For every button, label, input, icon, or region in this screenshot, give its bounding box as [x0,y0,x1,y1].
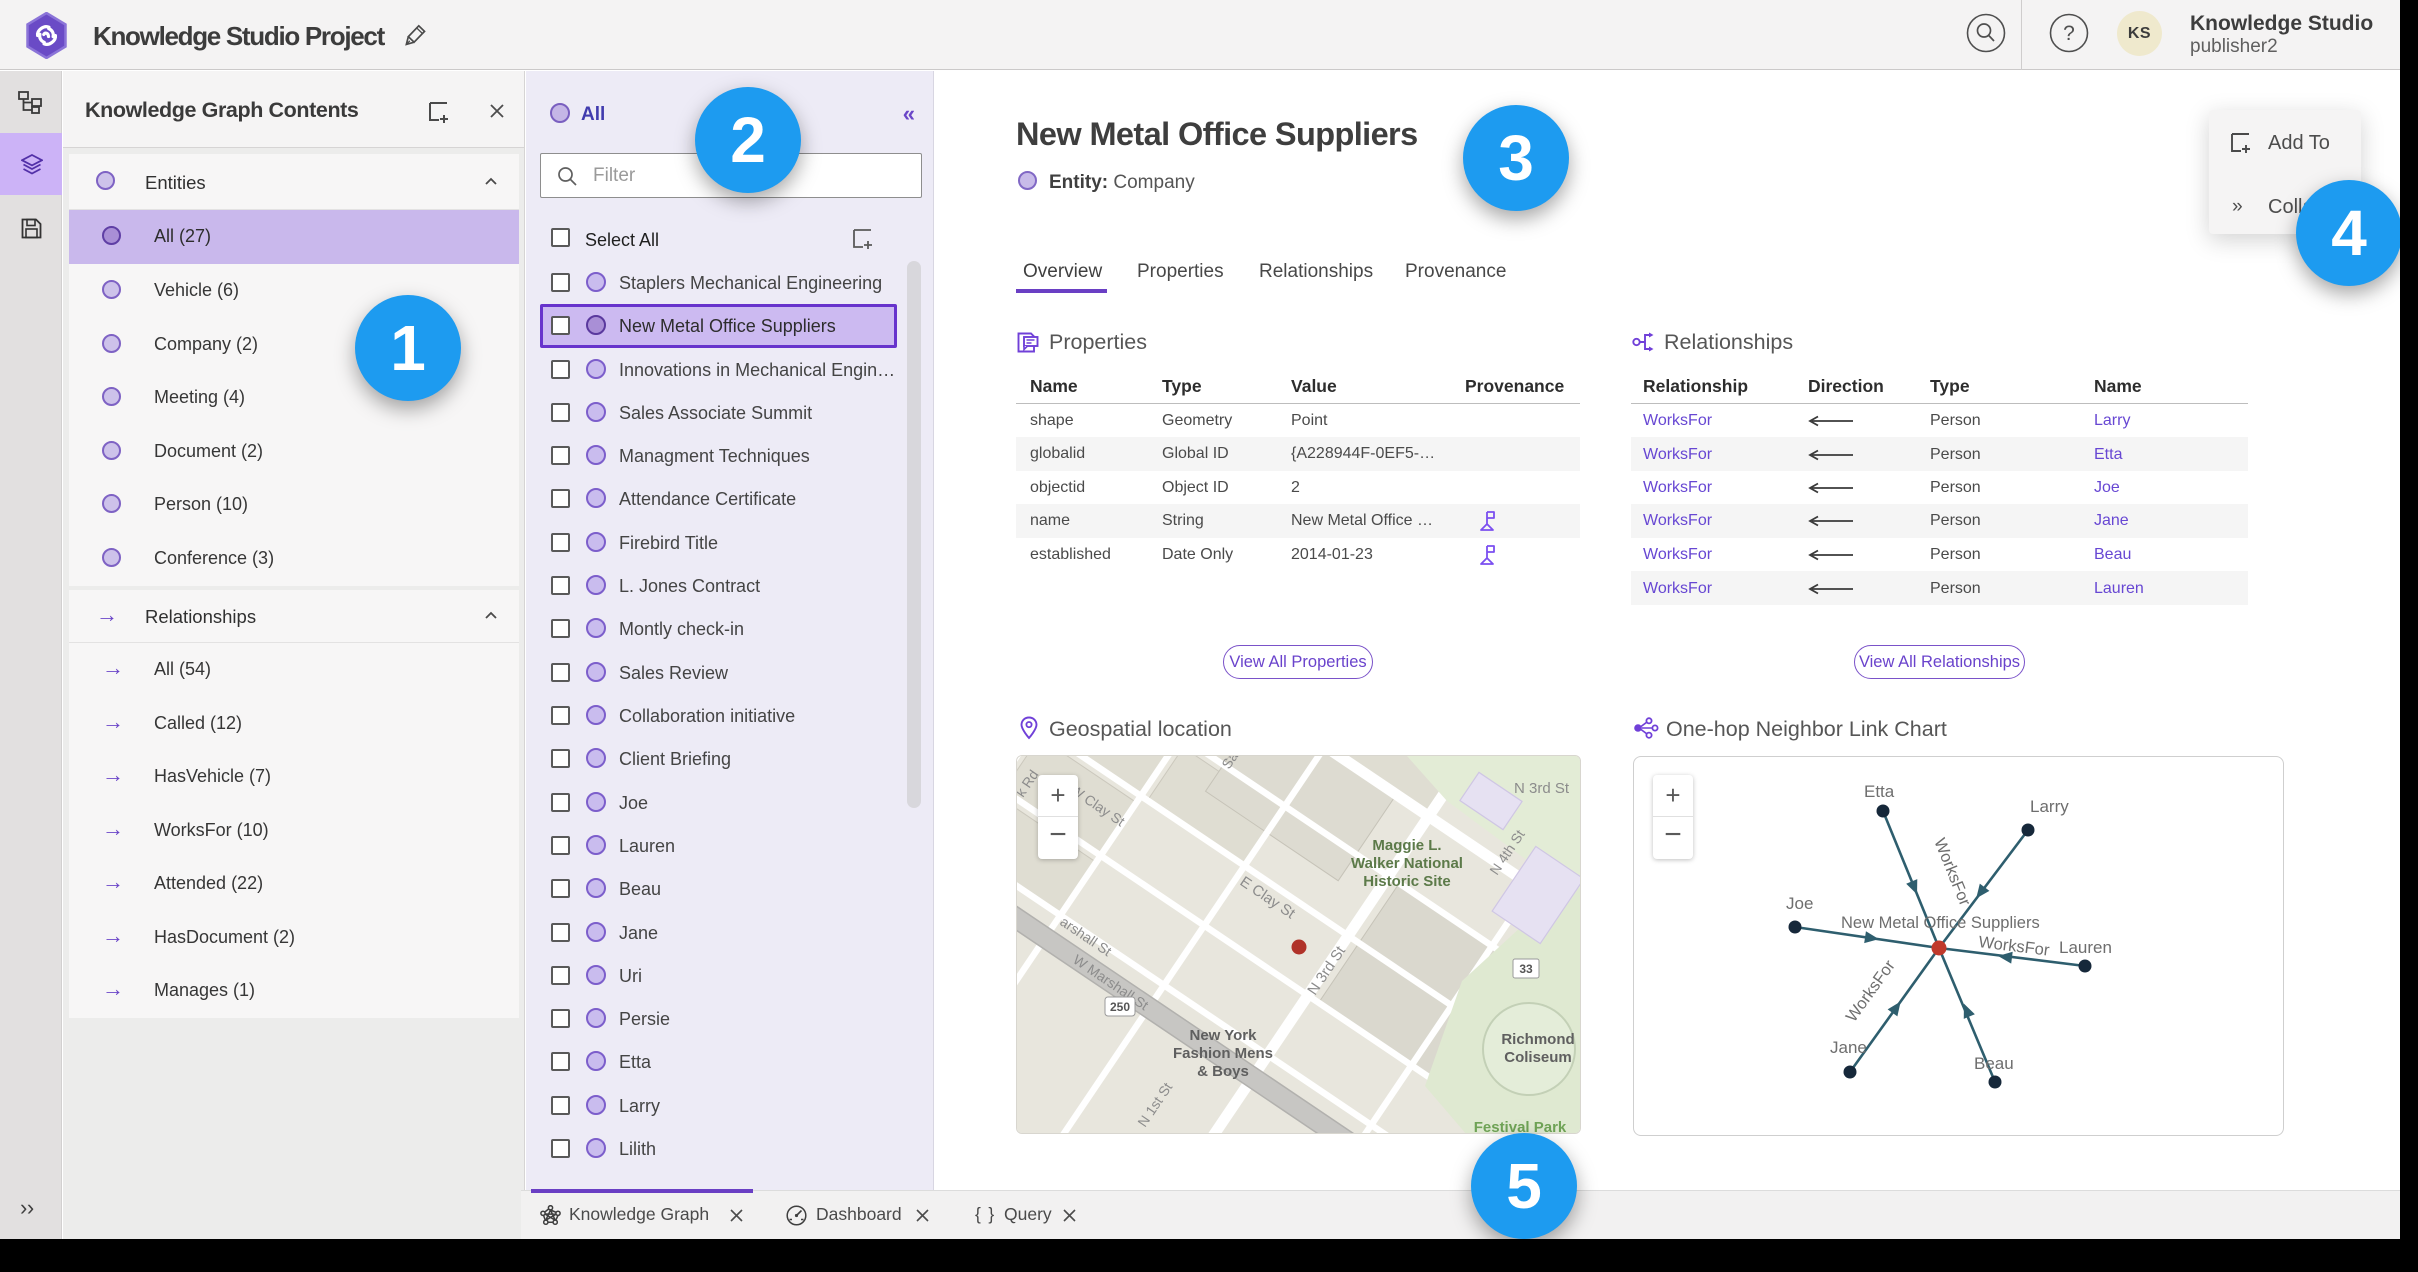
svg-text:Joe: Joe [1786,894,1813,913]
svg-text:N 3rd St: N 3rd St [1514,780,1570,797]
svg-text:New Metal Office Suppliers: New Metal Office Suppliers [1841,914,2040,932]
svg-text:Historic Site: Historic Site [1363,873,1451,890]
svg-text:New York: New York [1190,1027,1258,1044]
svg-text:250: 250 [1110,1000,1130,1014]
svg-text:Maggie L.: Maggie L. [1372,837,1441,854]
svg-text:Etta: Etta [1864,782,1895,801]
svg-text:& Boys: & Boys [1197,1063,1249,1080]
svg-text:Coliseum: Coliseum [1504,1049,1572,1066]
svg-text:WorksFor: WorksFor [1930,836,1974,909]
svg-text:Jane: Jane [1830,1038,1867,1057]
svg-text:Lauren: Lauren [2059,938,2112,957]
svg-text:Fashion Mens: Fashion Mens [1173,1045,1273,1062]
svg-text:Walker National: Walker National [1351,855,1463,872]
svg-text:Festival Park: Festival Park [1474,1119,1567,1134]
svg-text:WorksFor: WorksFor [1978,933,2051,960]
svg-text:Larry: Larry [2030,797,2069,816]
svg-text:?: ? [2063,22,2075,45]
svg-text:Richmond: Richmond [1501,1031,1574,1048]
svg-text:Beau: Beau [1974,1054,2014,1073]
svg-text:33: 33 [1519,962,1533,976]
